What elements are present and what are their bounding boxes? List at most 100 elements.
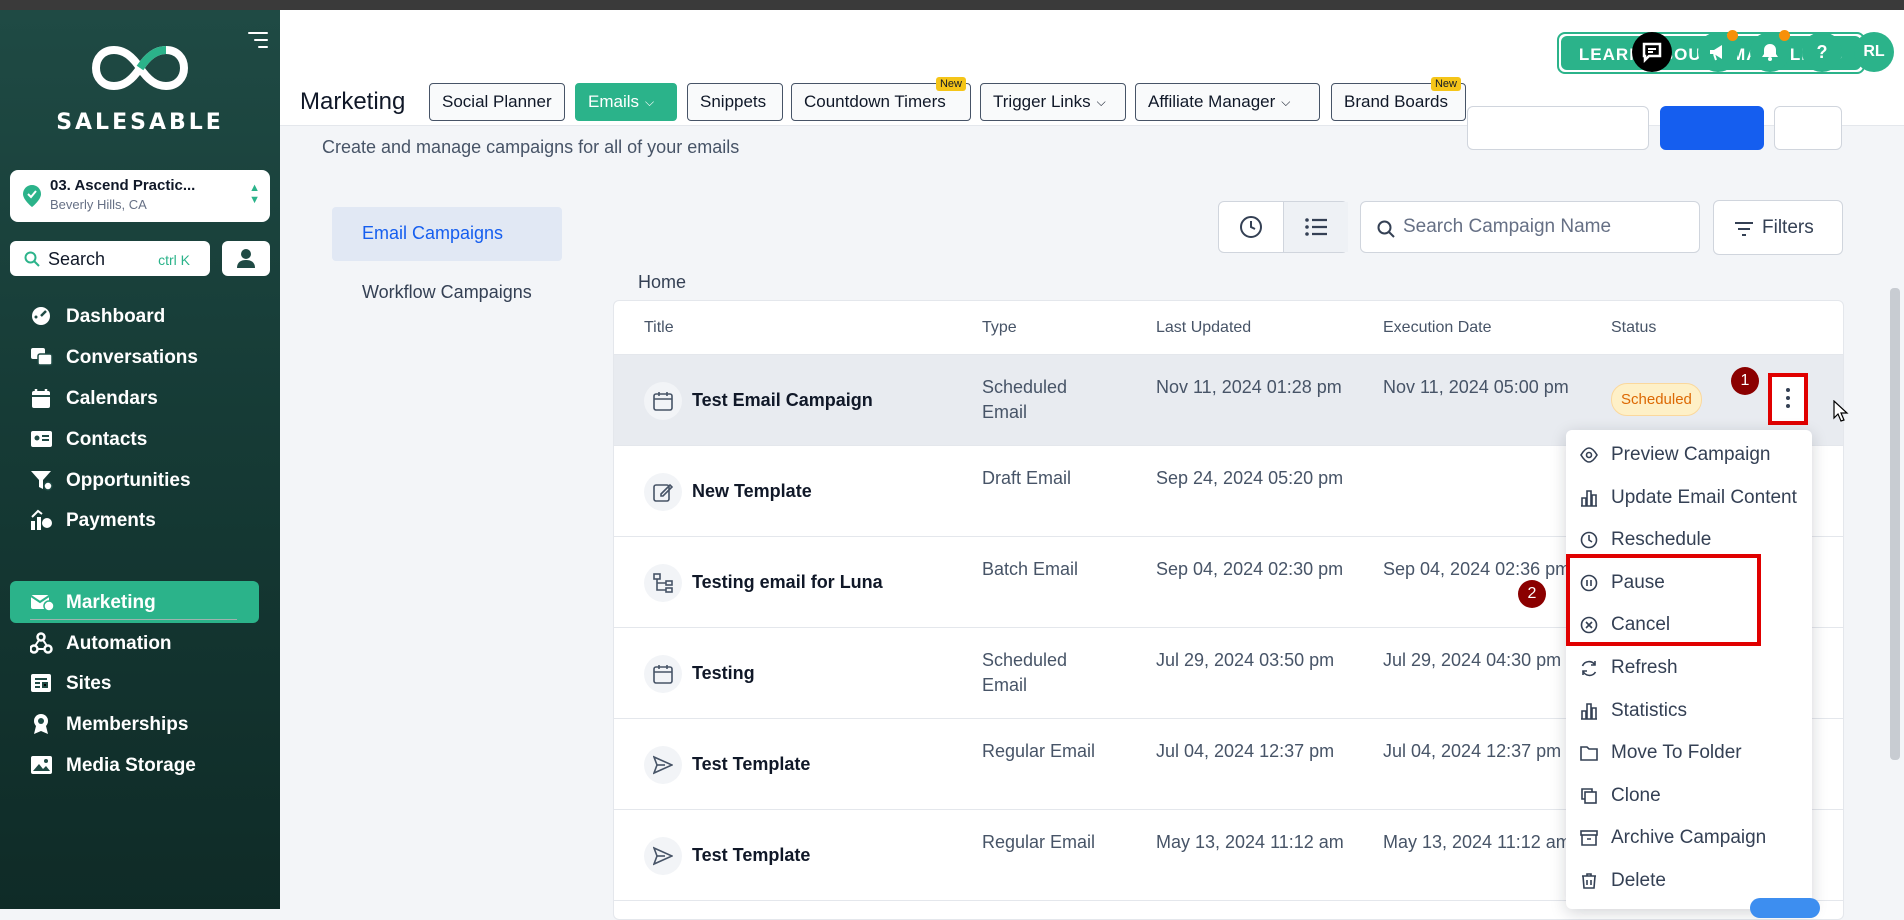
- menu-item-clone[interactable]: Clone: [1566, 775, 1812, 817]
- sidebar-item-marketing[interactable]: Marketing: [10, 581, 259, 623]
- contacts-icon: [31, 431, 52, 447]
- new-badge: New: [935, 77, 966, 91]
- campaign-search-input[interactable]: Search Campaign Name: [1360, 201, 1700, 253]
- campaign-type: Scheduled Email: [982, 377, 1068, 422]
- campaign-last-updated: Jul 29, 2024 03:50 pm: [1156, 650, 1335, 670]
- account-switcher[interactable]: 03. Ascend Practic... Beverly Hills, CA …: [10, 170, 270, 222]
- campaign-execution-date: Nov 11, 2024 05:00 pm: [1383, 377, 1569, 397]
- media-icon: [31, 756, 52, 774]
- campaign-title[interactable]: Test Template: [692, 752, 810, 777]
- campaign-last-updated: Sep 04, 2024 02:30 pm: [1156, 559, 1344, 579]
- campaign-title[interactable]: New Template: [692, 479, 812, 504]
- row-actions-kebab-button[interactable]: [1768, 373, 1808, 425]
- campaign-type: Regular Email: [982, 741, 1096, 761]
- campaign-last-updated: Nov 11, 2024 01:28 pm: [1156, 377, 1342, 397]
- history-clock-icon[interactable]: [1239, 215, 1263, 239]
- account-name: 03. Ascend Practic...: [50, 177, 196, 194]
- menu-item-delete[interactable]: Delete: [1566, 860, 1812, 902]
- tab-emails[interactable]: Emails ⌵: [575, 83, 677, 121]
- sidebar-item-memberships[interactable]: Memberships: [10, 703, 259, 745]
- chat-icon[interactable]: [1632, 32, 1672, 72]
- sidebar-item-calendars[interactable]: Calendars: [10, 377, 259, 419]
- campaign-type: Draft Email: [982, 468, 1072, 488]
- sidebar-item-conversations[interactable]: Conversations: [10, 336, 259, 378]
- list-icon: [1305, 218, 1327, 236]
- announcements-icon[interactable]: [1698, 30, 1738, 72]
- tab-email-campaigns[interactable]: Email Campaigns: [332, 207, 562, 261]
- campaign-execution-date: Jul 04, 2024 12:37 pm: [1383, 741, 1562, 761]
- sites-icon: [31, 674, 51, 692]
- brand-name: SALESABLE: [56, 110, 224, 135]
- campaign-execution-date: Sep 04, 2024 02:36 pm: [1383, 559, 1571, 579]
- clock-icon: [1580, 531, 1598, 549]
- breadcrumb[interactable]: Home: [638, 272, 686, 293]
- global-search[interactable]: Search ctrl K: [10, 241, 210, 276]
- collapse-menu-icon[interactable]: [248, 32, 268, 53]
- sidebar-item-media-storage[interactable]: Media Storage: [10, 744, 259, 786]
- menu-item-archive-campaign[interactable]: Archive Campaign: [1566, 817, 1812, 859]
- trash-icon: [1582, 873, 1596, 889]
- chat-widget-button[interactable]: [1750, 898, 1820, 918]
- campaign-type: Scheduled Email: [982, 650, 1068, 695]
- new-badge: New: [1430, 77, 1461, 91]
- tab-workflow-campaigns[interactable]: Workflow Campaigns: [332, 266, 562, 320]
- help-icon[interactable]: ?: [1802, 32, 1842, 72]
- sidebar-item-payments[interactable]: Payments: [10, 499, 259, 541]
- tab-countdown-timers[interactable]: Countdown Timers New: [791, 77, 971, 121]
- page-scrollbar[interactable]: [1890, 288, 1900, 760]
- tab-trigger-links[interactable]: Trigger Links ⌵: [980, 83, 1126, 121]
- campaign-type-icon: [644, 655, 682, 693]
- eye-icon: [1580, 447, 1598, 463]
- user-avatar[interactable]: RL: [1854, 32, 1894, 72]
- menu-item-statistics[interactable]: Statistics: [1566, 690, 1812, 732]
- tab-brand-boards[interactable]: Brand Boards New: [1331, 77, 1466, 121]
- campaign-execution-date: Jul 29, 2024 04:30 pm: [1383, 650, 1562, 670]
- mouse-cursor-icon: [1833, 400, 1849, 422]
- sidebar-item-sites[interactable]: Sites: [10, 662, 259, 704]
- refresh-icon: [1581, 660, 1597, 677]
- highlight-box-pause-cancel: [1566, 554, 1761, 646]
- clone-icon: [1581, 787, 1597, 804]
- sidebar-item-contacts[interactable]: Contacts: [10, 418, 259, 460]
- memberships-icon: [34, 714, 48, 734]
- send-icon: [653, 846, 673, 866]
- header-title: Title: [644, 319, 674, 336]
- campaign-type-icon: [644, 382, 682, 420]
- tab-social-planner[interactable]: Social Planner: [429, 83, 565, 121]
- user-icon: [237, 249, 255, 268]
- location-pin-icon: [23, 185, 41, 207]
- menu-item-refresh[interactable]: Refresh: [1566, 647, 1812, 689]
- sidebar-item-automation[interactable]: Automation: [10, 622, 259, 664]
- campaign-type-icon: [644, 746, 682, 784]
- campaign-title[interactable]: Test Email Campaign: [692, 388, 873, 413]
- menu-item-preview-campaign[interactable]: Preview Campaign: [1566, 434, 1812, 476]
- opportunities-icon: [31, 471, 53, 491]
- brand-logo[interactable]: SALESABLE: [0, 40, 280, 135]
- new-campaign-button[interactable]: [1660, 106, 1764, 150]
- sidebar-divider: [30, 619, 237, 620]
- tab-affiliate-manager[interactable]: Affiliate Manager ⌵: [1135, 83, 1320, 121]
- menu-item-update-email-content[interactable]: Update Email Content: [1566, 477, 1812, 519]
- account-location: Beverly Hills, CA: [50, 197, 147, 212]
- campaign-title[interactable]: Test Template: [692, 843, 810, 868]
- list-view-button[interactable]: [1283, 202, 1348, 252]
- search-icon: [24, 251, 40, 267]
- filters-button[interactable]: Filters: [1713, 200, 1843, 255]
- branch-icon: [653, 573, 673, 593]
- chart-icon: [1581, 702, 1597, 720]
- settings-button[interactable]: [1774, 106, 1842, 150]
- sidebar-item-dashboard[interactable]: Dashboard: [10, 295, 259, 337]
- campaign-title[interactable]: Testing email for Luna: [692, 570, 883, 595]
- sidebar-item-opportunities[interactable]: Opportunities: [10, 459, 259, 501]
- calendar-icon: [653, 392, 673, 411]
- menu-item-move-to-folder[interactable]: Move To Folder: [1566, 732, 1812, 774]
- tab-snippets[interactable]: Snippets: [687, 83, 783, 121]
- create-folder-button[interactable]: [1467, 106, 1649, 150]
- campaign-title[interactable]: Testing: [692, 661, 755, 686]
- user-profile-button[interactable]: [222, 241, 270, 276]
- notifications-bell-icon[interactable]: [1750, 30, 1790, 72]
- calendar-icon: [653, 665, 673, 684]
- archive-icon: [1580, 830, 1598, 847]
- campaign-type-icon: [644, 564, 682, 602]
- page-subtitle: Create and manage campaigns for all of y…: [322, 137, 740, 157]
